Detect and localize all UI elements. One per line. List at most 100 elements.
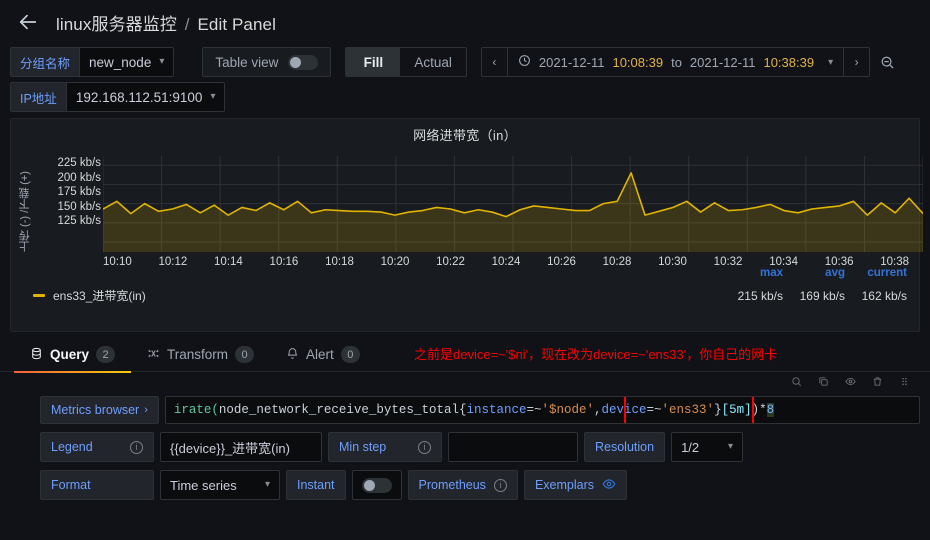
tab-query-badge: 2 — [96, 346, 116, 363]
legend-label-text: Legend — [51, 440, 93, 454]
expr-multiply: * — [759, 403, 767, 417]
info-icon[interactable]: i — [130, 440, 143, 454]
y-tick: 175 kb/s — [57, 186, 101, 198]
query-expression-input[interactable]: irate( node_network_receive_bytes_total{… — [164, 396, 920, 424]
drag-handle-icon[interactable] — [899, 375, 910, 390]
query-options-row-1: Legend i {{device}}_进带宽(in) Min step i R… — [40, 432, 920, 462]
format-select[interactable]: Time series ▾ — [160, 470, 280, 500]
legend-header-row: max avg current — [23, 267, 907, 279]
expr-label-1: instance — [466, 403, 527, 417]
min-step-label-text: Min step — [339, 440, 387, 454]
breadcrumb: linux服务器监控 / Edit Panel — [56, 10, 276, 35]
variable-select-ip[interactable]: 192.168.112.51:9100 ▾ — [65, 82, 226, 112]
metrics-browser-button[interactable]: Metrics browser › — [40, 396, 159, 424]
tab-alert[interactable]: Alert 0 — [270, 338, 376, 372]
table-view-switch[interactable] — [288, 54, 319, 70]
transform-icon — [147, 347, 160, 363]
eye-icon[interactable] — [602, 477, 616, 494]
instant-toggle[interactable] — [351, 470, 402, 500]
remove-query-icon[interactable] — [872, 375, 883, 390]
panel-title: 网络进带宽（in） — [413, 128, 517, 143]
breadcrumb-separator: / — [184, 14, 190, 34]
time-prev-button[interactable]: ‹ — [482, 48, 508, 76]
time-from-date: 2021-12-11 — [538, 54, 605, 70]
edit-panel-page: linux服务器监控 / Edit Panel 分组名称 new_node ▾ … — [0, 0, 930, 540]
legend-series-row[interactable]: ens33_进带宽(in) 215 kb/s 169 kb/s 162 kb/s — [23, 287, 907, 304]
legend-col-max[interactable]: max — [721, 267, 783, 279]
prometheus-field-label: Prometheus i — [407, 470, 518, 500]
legend-value-max: 215 kb/s — [737, 288, 783, 303]
expr-close-brace: } — [714, 403, 722, 417]
min-step-input[interactable] — [448, 432, 578, 462]
legend-color-swatch[interactable] — [33, 294, 45, 297]
info-icon[interactable]: i — [418, 440, 431, 454]
time-to-date: 2021-12-11 — [689, 54, 756, 70]
chart-area: 上传 (-) /下载 (+) 225 kb/s 200 kb/s 175 kb/… — [11, 144, 923, 279]
expr-value-1: '$node' — [541, 403, 594, 417]
y-axis-label: 上传 (-) /下载 (+) — [19, 171, 31, 253]
visualization-panel: 网络进带宽（in） 上传 (-) /下载 (+) 225 kb/s 200 kb… — [10, 118, 923, 332]
clock-icon — [518, 54, 531, 70]
legend-value-current: 162 kb/s — [861, 288, 907, 303]
duplicate-query-icon[interactable] — [818, 375, 829, 390]
variables-toolbar-second-row: IP地址 192.168.112.51:9100 ▾ — [0, 80, 930, 114]
legend-col-avg[interactable]: avg — [783, 267, 845, 279]
chevron-down-icon: ▾ — [264, 479, 270, 490]
back-arrow-icon[interactable] — [14, 8, 42, 36]
variables-toolbar: 分组名称 new_node ▾ Table view Fill Actual ‹… — [0, 44, 930, 80]
query-expression-row: Metrics browser › irate( node_network_re… — [10, 396, 920, 424]
variable-select-group[interactable]: new_node ▾ — [79, 47, 175, 77]
chart-legend: max avg current ens33_进带宽(in) 215 kb/s 1… — [11, 267, 919, 304]
time-range-display[interactable]: 2021-12-11 10:08:39 to 2021-12-11 10:38:… — [508, 48, 843, 76]
variable-value-ip: 192.168.112.51:9100 — [75, 89, 203, 105]
chevron-down-icon: ▾ — [210, 91, 216, 102]
time-next-button[interactable]: › — [843, 48, 869, 76]
breadcrumb-dashboard[interactable]: linux服务器监控 — [56, 15, 177, 34]
format-label-text: Format — [51, 478, 91, 492]
time-to-word: to — [671, 54, 682, 70]
variable-value-group: new_node — [89, 54, 152, 70]
annotation-note: 之前是device=~'$ni'，现在改为device=~'ens33'，你自己… — [414, 347, 778, 362]
tab-query[interactable]: Query 2 — [14, 338, 132, 373]
time-series-plot[interactable] — [103, 156, 923, 252]
exemplars-field-label[interactable]: Exemplars — [523, 470, 627, 500]
tab-transform-label: Transform — [167, 347, 229, 362]
legend-col-current[interactable]: current — [845, 267, 907, 279]
time-from-time: 10:08:39 — [612, 54, 664, 70]
format-value: Time series — [170, 477, 237, 493]
chevron-right-icon: › — [144, 404, 148, 416]
y-tick: 125 kb/s — [57, 215, 101, 227]
expr-comma: , — [594, 403, 602, 417]
expr-label-2: device — [601, 403, 647, 417]
legend-format-input[interactable]: {{device}}_进带宽(in) — [160, 432, 322, 462]
metrics-browser-label: Metrics browser — [51, 403, 140, 417]
expr-value-2: 'ens33' — [661, 403, 715, 417]
fill-button[interactable]: Fill — [346, 48, 401, 76]
instant-switch[interactable] — [361, 477, 392, 493]
query-editor: Metrics browser › irate( node_network_re… — [0, 374, 930, 500]
legend-series-name: ens33_进带宽(in) — [53, 289, 146, 303]
expr-factor: 8 — [766, 403, 775, 417]
resolution-select[interactable]: 1/2 ▾ — [671, 432, 744, 462]
prometheus-label-text: Prometheus — [418, 478, 486, 492]
info-icon[interactable]: i — [493, 478, 507, 492]
legend-field-label: Legend i — [40, 432, 154, 462]
table-view-toggle[interactable]: Table view — [202, 47, 332, 77]
query-inspector-icon[interactable] — [791, 375, 802, 390]
legend-format-value: {{device}}_进带宽(in) — [170, 440, 290, 456]
instant-field-label: Instant — [286, 470, 346, 500]
tab-transform-badge: 0 — [235, 346, 255, 363]
y-tick: 150 kb/s — [57, 200, 101, 213]
time-to-time: 10:38:39 — [763, 54, 815, 70]
actual-button[interactable]: Actual — [400, 48, 466, 76]
tab-query-label: Query — [50, 347, 90, 362]
tab-alert-badge: 0 — [340, 346, 360, 363]
disable-query-icon[interactable] — [845, 375, 856, 390]
y-axis-ticks: 225 kb/s 200 kb/s 175 kb/s 150 kb/s 125 … — [35, 157, 101, 227]
tab-transform[interactable]: Transform 0 — [131, 338, 270, 372]
expr-range: [5m] — [721, 403, 752, 417]
variable-label-group: 分组名称 — [10, 47, 80, 77]
zoom-out-icon[interactable] — [874, 47, 900, 77]
variable-group-name: 分组名称 new_node ▾ — [10, 47, 175, 77]
resolution-label-text: Resolution — [595, 440, 655, 454]
